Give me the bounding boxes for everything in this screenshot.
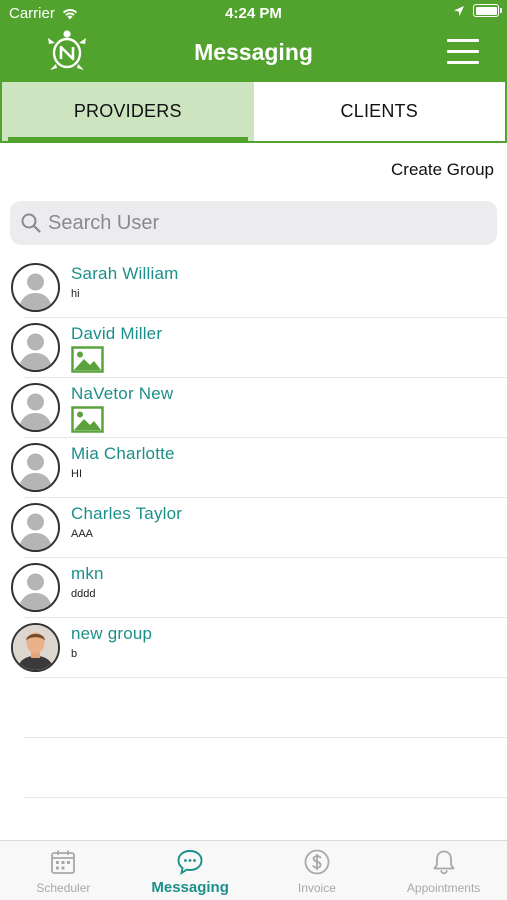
person-placeholder-icon xyxy=(19,333,52,370)
location-arrow-icon xyxy=(454,5,464,16)
avatar xyxy=(11,383,60,432)
contact-name: Sarah William xyxy=(71,264,179,283)
contact-name: NaVetor New xyxy=(71,384,174,403)
search-bar xyxy=(10,201,497,245)
menu-line xyxy=(447,39,479,42)
contact-row[interactable]: Sarah William hi xyxy=(0,258,507,318)
create-group-button[interactable]: Create Group xyxy=(391,160,494,180)
contact-row[interactable]: mkn dddd xyxy=(0,558,507,618)
tab-invoice[interactable]: Invoice xyxy=(254,841,381,900)
contact-name: Charles Taylor xyxy=(71,504,183,523)
person-placeholder-icon xyxy=(19,393,52,430)
tab-scheduler[interactable]: Scheduler xyxy=(0,841,127,900)
tab-messaging-label: Messaging xyxy=(151,879,229,896)
contact-name: new group xyxy=(71,624,153,643)
bottom-tab-bar: Scheduler Messaging Invoice Appointments xyxy=(0,840,507,900)
segment-control: PROVIDERS CLIENTS xyxy=(0,80,507,143)
tab-providers-label: PROVIDERS xyxy=(73,101,182,121)
person-placeholder-icon xyxy=(19,573,52,610)
contact-row[interactable]: David Miller xyxy=(0,318,507,378)
person-placeholder-icon xyxy=(19,273,52,310)
last-message: dddd xyxy=(71,588,96,600)
chat-bubble-icon xyxy=(177,850,203,876)
last-message: AAA xyxy=(71,528,94,540)
status-bar: Carrier 4:24 PM xyxy=(0,0,507,28)
menu-line xyxy=(447,50,479,53)
empty-row xyxy=(0,738,507,798)
last-message: b xyxy=(71,648,78,660)
tab-messaging[interactable]: Messaging xyxy=(127,841,254,900)
person-placeholder-icon xyxy=(19,453,52,490)
avatar xyxy=(11,563,60,612)
avatar xyxy=(11,503,60,552)
battery-icon xyxy=(473,4,502,17)
contact-list: Sarah William hi David Miller NaVetor Ne… xyxy=(0,258,507,798)
search-icon xyxy=(21,213,41,233)
contact-row[interactable]: new group b xyxy=(0,618,507,678)
nav-bar: Messaging xyxy=(0,28,507,80)
image-message-icon xyxy=(71,346,104,373)
avatar xyxy=(11,263,60,312)
calendar-icon xyxy=(51,850,76,874)
avatar xyxy=(11,443,60,492)
tab-clients-label: CLIENTS xyxy=(340,101,418,121)
search-input[interactable] xyxy=(48,211,468,235)
hamburger-menu-button[interactable] xyxy=(447,39,479,65)
contact-name: mkn xyxy=(71,564,104,583)
contact-row[interactable]: Charles Taylor AAA xyxy=(0,498,507,558)
bell-icon xyxy=(433,850,455,875)
contact-row[interactable]: NaVetor New xyxy=(0,378,507,438)
last-message: hi xyxy=(71,288,80,300)
contact-name: Mia Charlotte xyxy=(71,444,175,463)
user-photo-icon xyxy=(13,625,58,670)
status-time: 4:24 PM xyxy=(225,5,282,22)
image-message-icon xyxy=(71,406,104,433)
row-divider xyxy=(24,797,507,798)
tab-invoice-label: Invoice xyxy=(297,881,336,895)
dollar-circle-icon xyxy=(304,849,330,875)
last-message: HI xyxy=(71,468,82,480)
avatar xyxy=(11,623,60,672)
page-title: Messaging xyxy=(194,39,313,65)
app-header: Carrier 4:24 PM Messaging xyxy=(0,0,507,80)
person-placeholder-icon xyxy=(19,513,52,550)
tab-providers[interactable]: PROVIDERS xyxy=(2,82,254,141)
tab-scheduler-label: Scheduler xyxy=(36,881,91,895)
contact-name: David Miller xyxy=(71,324,163,343)
menu-line xyxy=(447,61,479,64)
empty-row xyxy=(0,678,507,738)
tab-clients[interactable]: CLIENTS xyxy=(254,82,506,141)
avatar xyxy=(11,323,60,372)
tab-appointments[interactable]: Appointments xyxy=(380,841,507,900)
tab-appointments-label: Appointments xyxy=(406,881,481,895)
contact-row[interactable]: Mia Charlotte HI xyxy=(0,438,507,498)
status-right xyxy=(453,4,502,17)
